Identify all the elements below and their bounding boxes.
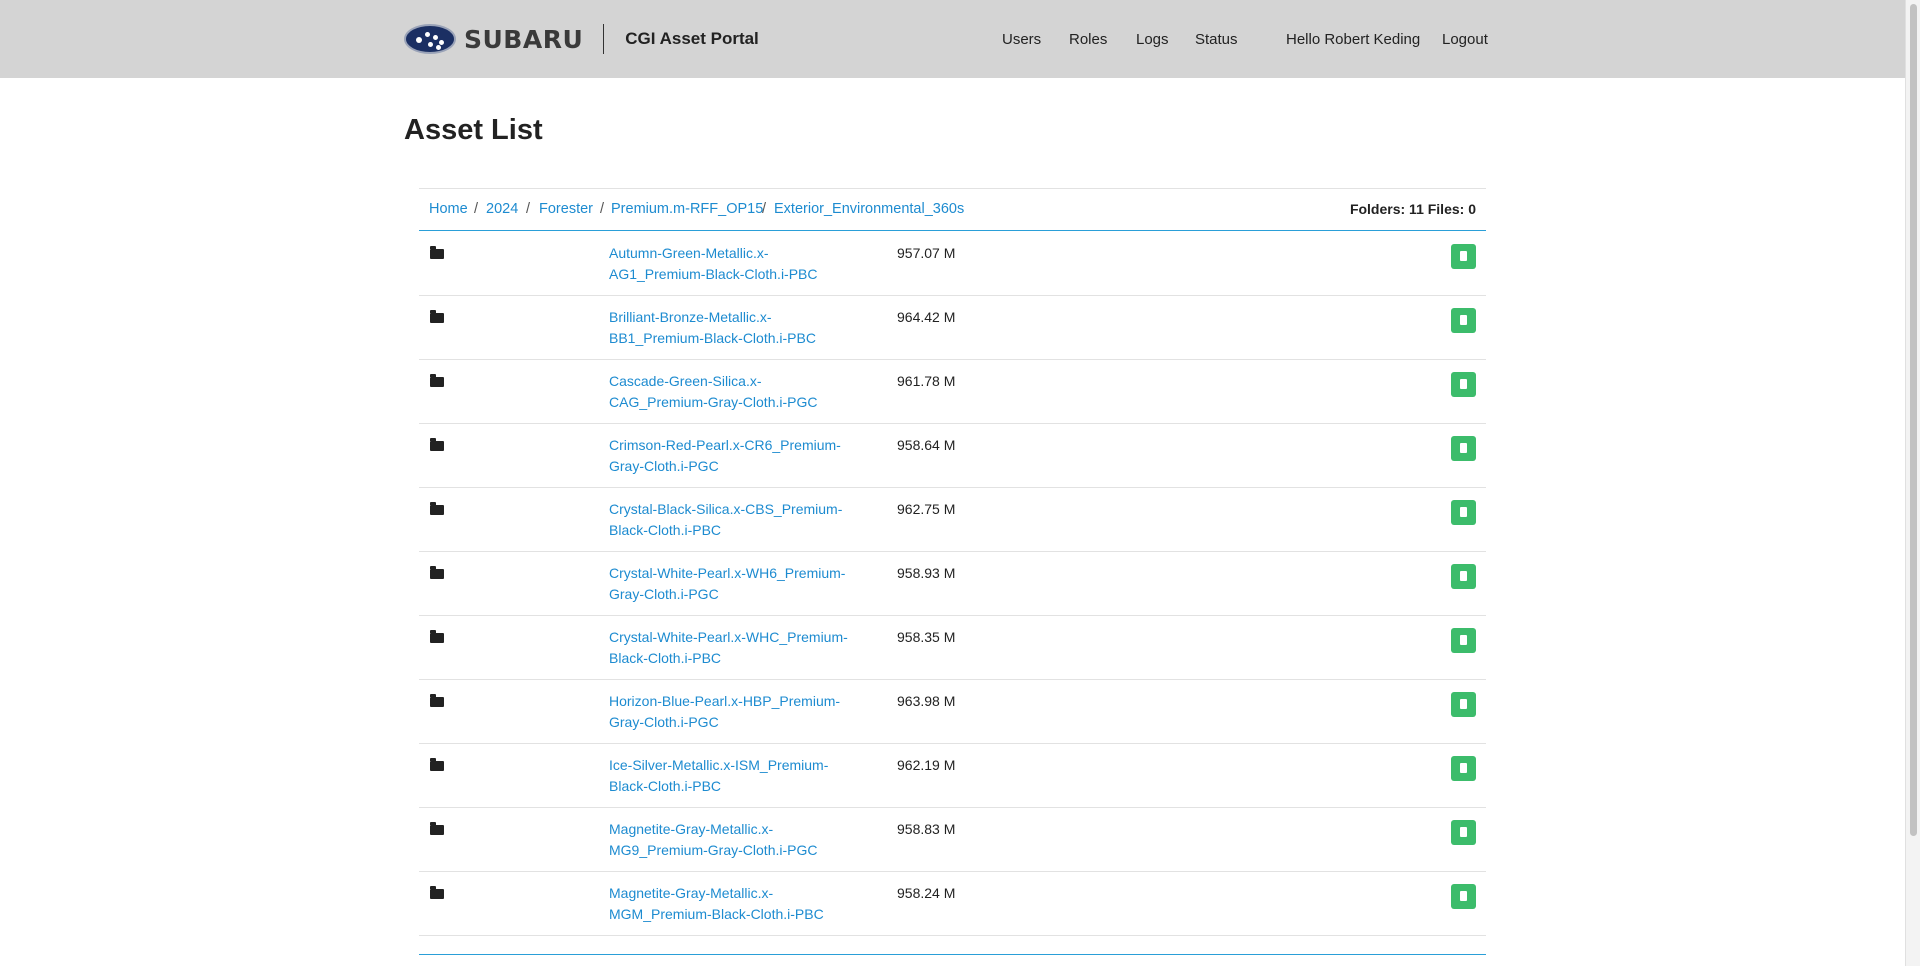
folder-size: 958.83 M bbox=[897, 821, 956, 837]
folder-icon bbox=[430, 566, 444, 579]
table-row[interactable]: Crystal-White-Pearl.x-WH6_Premium-Gray-C… bbox=[419, 552, 1486, 616]
folder-size: 958.24 M bbox=[897, 885, 956, 901]
folder-icon bbox=[430, 886, 444, 899]
table-row[interactable]: Crimson-Red-Pearl.x-CR6_Premium-Gray-Clo… bbox=[419, 424, 1486, 488]
user-greeting-wrap: Hello Robert Keding bbox=[1286, 0, 1420, 78]
folder-link[interactable]: Horizon-Blue-Pearl.x-HBP_Premium-Gray-Cl… bbox=[609, 691, 849, 733]
nav-menu: Users bbox=[1002, 0, 1041, 78]
folder-link[interactable]: Crystal-White-Pearl.x-WH6_Premium-Gray-C… bbox=[609, 563, 849, 605]
table-row[interactable]: Ice-Silver-Metallic.x-ISM_Premium-Black-… bbox=[419, 744, 1486, 808]
file-action-button[interactable] bbox=[1451, 692, 1476, 717]
breadcrumb-home[interactable]: Home bbox=[429, 201, 468, 217]
folder-size: 958.93 M bbox=[897, 565, 956, 581]
table-row[interactable]: Magnetite-Gray-Metallic.x-MGM_Premium-Bl… bbox=[419, 872, 1486, 936]
breadcrumb-separator: / bbox=[762, 201, 767, 217]
folder-size: 963.98 M bbox=[897, 693, 956, 709]
brand-divider bbox=[603, 24, 605, 54]
file-action-button[interactable] bbox=[1451, 436, 1476, 461]
file-icon bbox=[1460, 571, 1467, 581]
logout-wrap: Logout bbox=[1442, 0, 1488, 78]
file-icon bbox=[1460, 891, 1467, 901]
breadcrumb: Home / 2024 / Forester / Premium.m-RFF_O… bbox=[419, 189, 1486, 231]
folder-icon bbox=[430, 758, 444, 771]
file-action-button[interactable] bbox=[1451, 820, 1476, 845]
breadcrumb-trim[interactable]: Premium.m-RFF_OP15 bbox=[611, 201, 763, 217]
breadcrumb-separator: / bbox=[474, 201, 479, 217]
file-icon bbox=[1460, 315, 1467, 325]
breadcrumb-separator: / bbox=[526, 201, 531, 217]
folder-size: 957.07 M bbox=[897, 245, 956, 261]
folder-file-counts: Folders: 11 Files: 0 bbox=[1349, 201, 1476, 217]
folder-icon bbox=[430, 502, 444, 515]
scrollbar-thumb[interactable] bbox=[1910, 4, 1917, 836]
logo-wordmark: SUBARU bbox=[464, 24, 584, 54]
folder-link[interactable]: Crystal-Black-Silica.x-CBS_Premium-Black… bbox=[609, 499, 849, 541]
nav-users[interactable]: Users bbox=[1002, 31, 1041, 48]
page-title: Asset List bbox=[404, 114, 543, 146]
folder-size: 961.78 M bbox=[897, 373, 956, 389]
file-icon bbox=[1460, 443, 1467, 453]
folder-size: 958.64 M bbox=[897, 437, 956, 453]
folder-link[interactable]: Magnetite-Gray-Metallic.x-MG9_Premium-Gr… bbox=[609, 819, 849, 861]
logout-link[interactable]: Logout bbox=[1442, 31, 1488, 48]
file-action-button[interactable] bbox=[1451, 308, 1476, 333]
folder-icon bbox=[430, 310, 444, 323]
table-row[interactable]: Horizon-Blue-Pearl.x-HBP_Premium-Gray-Cl… bbox=[419, 680, 1486, 744]
file-action-button[interactable] bbox=[1451, 564, 1476, 589]
file-action-button[interactable] bbox=[1451, 756, 1476, 781]
list-bottom-border bbox=[419, 954, 1486, 955]
file-action-button[interactable] bbox=[1451, 372, 1476, 397]
folder-icon bbox=[430, 822, 444, 835]
brand[interactable]: SUBARU CGI Asset Portal bbox=[404, 22, 759, 56]
folder-size: 962.19 M bbox=[897, 757, 956, 773]
file-action-button[interactable] bbox=[1451, 500, 1476, 525]
nav-logs[interactable]: Logs bbox=[1136, 31, 1169, 48]
table-row[interactable]: Magnetite-Gray-Metallic.x-MG9_Premium-Gr… bbox=[419, 808, 1486, 872]
file-icon bbox=[1460, 763, 1467, 773]
folder-link[interactable]: Ice-Silver-Metallic.x-ISM_Premium-Black-… bbox=[609, 755, 849, 797]
file-action-button[interactable] bbox=[1451, 884, 1476, 909]
file-action-button[interactable] bbox=[1451, 244, 1476, 269]
table-row[interactable]: Brilliant-Bronze-Metallic.x-BB1_Premium-… bbox=[419, 296, 1486, 360]
folder-link[interactable]: Magnetite-Gray-Metallic.x-MGM_Premium-Bl… bbox=[609, 883, 849, 925]
nav-menu-status-wrap: Status bbox=[1195, 0, 1238, 78]
file-icon bbox=[1460, 699, 1467, 709]
table-row[interactable]: Crystal-White-Pearl.x-WHC_Premium-Black-… bbox=[419, 616, 1486, 680]
page-scrollbar[interactable] bbox=[1905, 0, 1920, 966]
file-icon bbox=[1460, 251, 1467, 261]
folder-link[interactable]: Brilliant-Bronze-Metallic.x-BB1_Premium-… bbox=[609, 307, 849, 349]
breadcrumb-separator: / bbox=[600, 201, 605, 217]
file-icon bbox=[1460, 379, 1467, 389]
nav-status[interactable]: Status bbox=[1195, 31, 1238, 48]
table-row[interactable]: Cascade-Green-Silica.x-CAG_Premium-Gray-… bbox=[419, 360, 1486, 424]
folder-icon bbox=[430, 374, 444, 387]
folder-link[interactable]: Autumn-Green-Metallic.x-AG1_Premium-Blac… bbox=[609, 243, 849, 285]
user-greeting[interactable]: Hello Robert Keding bbox=[1286, 31, 1420, 48]
folder-link[interactable]: Cascade-Green-Silica.x-CAG_Premium-Gray-… bbox=[609, 371, 849, 413]
breadcrumb-current-folder[interactable]: Exterior_Environmental_360s bbox=[774, 201, 964, 217]
top-navbar: SUBARU CGI Asset Portal Users Roles Logs… bbox=[0, 0, 1905, 78]
nav-roles[interactable]: Roles bbox=[1069, 31, 1107, 48]
folder-link[interactable]: Crimson-Red-Pearl.x-CR6_Premium-Gray-Clo… bbox=[609, 435, 849, 477]
portal-title: CGI Asset Portal bbox=[625, 29, 759, 48]
file-icon bbox=[1460, 507, 1467, 517]
breadcrumb-model[interactable]: Forester bbox=[539, 201, 593, 217]
folder-icon bbox=[430, 246, 444, 259]
folder-size: 964.42 M bbox=[897, 309, 956, 325]
nav-menu-roles-wrap: Roles bbox=[1069, 0, 1107, 78]
breadcrumb-year[interactable]: 2024 bbox=[486, 201, 518, 217]
file-icon bbox=[1460, 827, 1467, 837]
file-icon bbox=[1460, 635, 1467, 645]
folder-link[interactable]: Crystal-White-Pearl.x-WHC_Premium-Black-… bbox=[609, 627, 849, 669]
folder-size: 958.35 M bbox=[897, 629, 956, 645]
table-row[interactable]: Crystal-Black-Silica.x-CBS_Premium-Black… bbox=[419, 488, 1486, 552]
nav-menu-logs-wrap: Logs bbox=[1136, 0, 1169, 78]
folder-icon bbox=[430, 438, 444, 451]
folder-icon bbox=[430, 630, 444, 643]
folder-icon bbox=[430, 694, 444, 707]
subaru-logo-icon bbox=[404, 24, 456, 54]
file-action-button[interactable] bbox=[1451, 628, 1476, 653]
folder-size: 962.75 M bbox=[897, 501, 956, 517]
table-row[interactable]: Autumn-Green-Metallic.x-AG1_Premium-Blac… bbox=[419, 232, 1486, 296]
